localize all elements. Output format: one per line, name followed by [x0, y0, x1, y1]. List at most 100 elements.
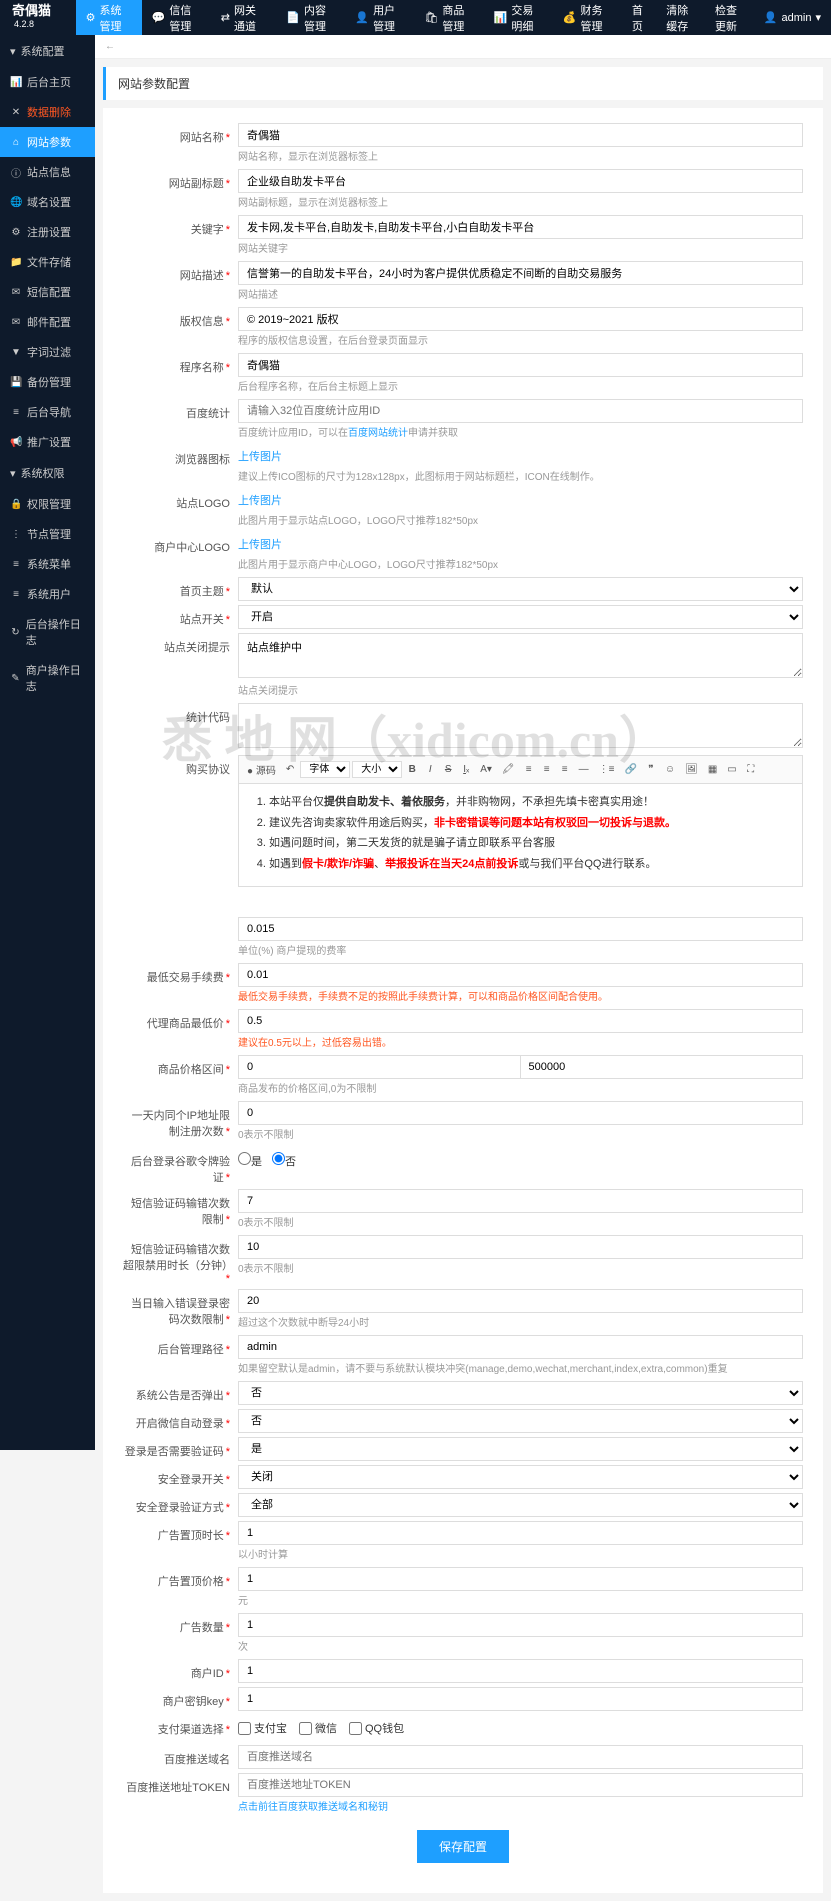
- price-max-input[interactable]: [521, 1055, 804, 1079]
- sidebar-item[interactable]: ✕数据删除: [0, 97, 95, 127]
- sidebar-item[interactable]: 🔒权限管理: [0, 489, 95, 519]
- fee-rate-input[interactable]: [238, 917, 803, 941]
- editor-italic-btn[interactable]: I: [422, 762, 438, 777]
- need-captcha-select[interactable]: 是: [238, 1437, 803, 1461]
- safe-login-type-select[interactable]: 全部: [238, 1493, 803, 1517]
- baidu-push-token-input[interactable]: [238, 1773, 803, 1797]
- ip-limit-input[interactable]: [238, 1101, 803, 1125]
- ad-top-price-input[interactable]: [238, 1567, 803, 1591]
- editor-align-center-btn[interactable]: ≡: [539, 762, 555, 777]
- nav-right-2[interactable]: 检查更新: [705, 0, 754, 35]
- google-yes-radio[interactable]: 是: [238, 1152, 262, 1169]
- editor-hr-btn[interactable]: —: [575, 762, 593, 777]
- home-theme-select[interactable]: 默认: [238, 577, 803, 601]
- nav-4[interactable]: 👤用户管理: [345, 0, 414, 35]
- sidebar-item[interactable]: 💾备份管理: [0, 367, 95, 397]
- nav-3[interactable]: 📄内容管理: [276, 0, 345, 35]
- editor-align-left-btn[interactable]: ≡: [521, 762, 537, 777]
- sidebar-item[interactable]: ▼字词过滤: [0, 337, 95, 367]
- admin-path-input[interactable]: [238, 1335, 803, 1359]
- editor-list-btn[interactable]: ⋮≡: [595, 762, 619, 777]
- sidebar-item[interactable]: ✎商户操作日志: [0, 655, 95, 701]
- sidebar-item[interactable]: ≡系统菜单: [0, 549, 95, 579]
- nav-2[interactable]: ⇄网关通道: [211, 0, 277, 35]
- sidebar-item[interactable]: 📢推广设置: [0, 427, 95, 457]
- pwd-wrong-input[interactable]: [238, 1289, 803, 1313]
- copyright-input[interactable]: [238, 307, 803, 331]
- baidu-stat-input[interactable]: [238, 399, 803, 423]
- sidebar-item[interactable]: ⓘ站点信息: [0, 157, 95, 187]
- min-fee-input[interactable]: [238, 963, 803, 987]
- close-notice-textarea[interactable]: 站点维护中: [238, 633, 803, 678]
- editor-bold-btn[interactable]: B: [404, 762, 420, 777]
- price-min-input[interactable]: [238, 1055, 521, 1079]
- site-subtitle-input[interactable]: [238, 169, 803, 193]
- sidebar-item[interactable]: ✉邮件配置: [0, 307, 95, 337]
- sidebar-item[interactable]: 📊后台主页: [0, 67, 95, 97]
- editor-size-select[interactable]: 大小: [352, 761, 402, 778]
- sms-ban-input[interactable]: [238, 1235, 803, 1259]
- editor-font-select[interactable]: 字体: [300, 761, 350, 778]
- sidebar-item[interactable]: ⚙注册设置: [0, 217, 95, 247]
- editor-link-btn[interactable]: 🔗: [620, 762, 640, 777]
- editor-align-right-btn[interactable]: ≡: [557, 762, 573, 777]
- save-config-button[interactable]: 保存配置: [417, 1830, 509, 1863]
- nav-right-0[interactable]: 首页: [622, 0, 656, 35]
- site-logo-upload[interactable]: 上传图片: [238, 489, 803, 511]
- pay-alipay-checkbox[interactable]: 支付宝: [238, 1720, 287, 1736]
- program-name-input[interactable]: [238, 353, 803, 377]
- sidebar-group[interactable]: ▾系统配置: [0, 35, 95, 67]
- nav-6[interactable]: 📊交易明细: [484, 0, 553, 35]
- sms-wrong-input[interactable]: [238, 1189, 803, 1213]
- sidebar-item[interactable]: ≡后台导航: [0, 397, 95, 427]
- editor-table-btn[interactable]: ▦: [704, 762, 721, 777]
- sidebar-item[interactable]: 📁文件存储: [0, 247, 95, 277]
- nav-0[interactable]: ⚙系统管理: [76, 0, 142, 35]
- wechat-login-select[interactable]: 否: [238, 1409, 803, 1433]
- editor-video-btn[interactable]: ▭: [723, 762, 740, 777]
- keywords-input[interactable]: [238, 215, 803, 239]
- merchant-logo-upload[interactable]: 上传图片: [238, 533, 803, 555]
- browser-icon-upload[interactable]: 上传图片: [238, 445, 803, 467]
- editor-fullscreen-btn[interactable]: ⛶: [743, 762, 759, 777]
- nav-7[interactable]: 💰财务管理: [553, 0, 622, 35]
- editor-clear-btn[interactable]: Iₓ: [458, 762, 474, 777]
- stat-code-textarea[interactable]: [238, 703, 803, 748]
- sidebar-item[interactable]: 🌐域名设置: [0, 187, 95, 217]
- sidebar-item[interactable]: ≡系统用户: [0, 579, 95, 609]
- sidebar-item[interactable]: ✉短信配置: [0, 277, 95, 307]
- nav-1[interactable]: 💬信信管理: [142, 0, 211, 35]
- baidu-stat-link[interactable]: 百度网站统计: [348, 428, 408, 439]
- baidu-push-domain-input[interactable]: [238, 1745, 803, 1769]
- nav-5[interactable]: 🛍商品管理: [414, 0, 483, 35]
- editor-strike-btn[interactable]: S: [440, 762, 456, 777]
- sidebar-item[interactable]: ↻后台操作日志: [0, 609, 95, 655]
- ad-count-input[interactable]: [238, 1613, 803, 1637]
- sidebar-group[interactable]: ▾系统权限: [0, 457, 95, 489]
- editor-image-btn[interactable]: 🖼: [681, 762, 702, 777]
- sidebar-item[interactable]: ⋮节点管理: [0, 519, 95, 549]
- agreement-editor[interactable]: 本站平台仅提供自助发卡、着依服务，并非购物网，不承担先填卡密真实用途！ 建议先咨…: [238, 784, 803, 887]
- site-name-input[interactable]: [238, 123, 803, 147]
- editor-color-btn[interactable]: A▾: [476, 762, 496, 777]
- editor-undo-btn[interactable]: ↶: [282, 762, 298, 777]
- pay-qq-checkbox[interactable]: QQ钱包: [349, 1720, 404, 1736]
- editor-quote-btn[interactable]: ❞: [643, 762, 659, 777]
- editor-emoji-btn[interactable]: ☺: [661, 762, 679, 777]
- pay-wechat-checkbox[interactable]: 微信: [299, 1720, 337, 1736]
- merchant-id-input[interactable]: [238, 1659, 803, 1683]
- site-switch-select[interactable]: 开启: [238, 605, 803, 629]
- editor-bgcolor-btn[interactable]: 🖍: [498, 762, 519, 777]
- announce-popup-select[interactable]: 否: [238, 1381, 803, 1405]
- nav-right-3[interactable]: 👤admin ▾: [754, 0, 831, 35]
- ad-top-time-input[interactable]: [238, 1521, 803, 1545]
- baidu-push-link[interactable]: 点击前往百度获取推送域名和秘钥: [238, 1802, 388, 1813]
- merchant-key-input[interactable]: [238, 1687, 803, 1711]
- editor-source-btn[interactable]: ● 源码: [243, 760, 280, 779]
- agent-min-price-input[interactable]: [238, 1009, 803, 1033]
- tab-back-icon[interactable]: ←: [95, 35, 125, 58]
- safe-login-select[interactable]: 关闭: [238, 1465, 803, 1489]
- description-input[interactable]: [238, 261, 803, 285]
- sidebar-item[interactable]: ⌂网站参数: [0, 127, 95, 157]
- nav-right-1[interactable]: 清除缓存: [656, 0, 705, 35]
